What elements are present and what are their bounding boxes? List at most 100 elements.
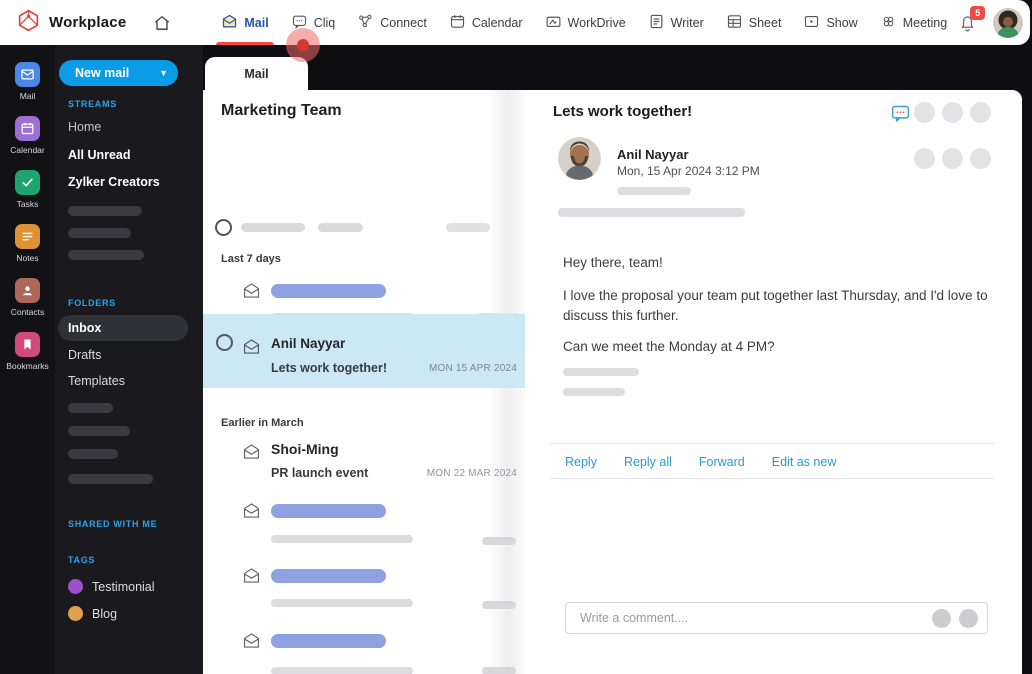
email-subject: Lets work together! (271, 361, 387, 375)
sidebar-item-tag-testimonial[interactable]: Testimonial (92, 580, 155, 594)
nav-meeting-label: Meeting (902, 15, 948, 30)
placeholder-bar (563, 368, 639, 376)
comment-attach-button[interactable] (959, 608, 978, 628)
nav-connect[interactable]: Connect (346, 0, 438, 45)
sender-avatar (558, 137, 601, 180)
nav-writer-label: Writer (670, 15, 704, 30)
placeholder-bar (558, 208, 745, 217)
header-action-button[interactable] (942, 102, 963, 123)
group-label-last-7-days: Last 7 days (221, 253, 281, 265)
row-checkbox[interactable] (216, 334, 233, 351)
nav-connect-label: Connect (380, 15, 427, 30)
nav-cliq[interactable]: Cliq (280, 0, 347, 45)
rail-calendar-icon (15, 116, 40, 141)
list-title: Marketing Team (221, 102, 342, 119)
new-mail-button[interactable]: New mail ▼ (59, 60, 178, 86)
placeholder-bar (68, 206, 142, 216)
message-list: Marketing Team Last 7 days Anil Nayyar L… (203, 90, 525, 674)
list-item-anil-nayyar-selected[interactable]: Anil Nayyar Lets work together! MON 15 A… (203, 314, 525, 388)
sidebar-item-inbox[interactable]: Inbox (58, 315, 188, 341)
notifications-button[interactable]: 5 (958, 6, 986, 32)
rail-item-mail[interactable]: Mail (0, 62, 55, 116)
sidebar-item-drafts[interactable]: Drafts (68, 348, 101, 362)
sidebar-item-tag-blog[interactable]: Blog (92, 607, 117, 621)
placeholder-bar (617, 187, 691, 195)
header-action-button[interactable] (970, 102, 991, 123)
brand-name: Workplace (49, 14, 127, 31)
network-icon (357, 13, 374, 33)
spreadsheet-icon (726, 13, 743, 33)
placeholder-bar (271, 599, 413, 607)
message-action-button[interactable] (914, 148, 935, 169)
header-action-button[interactable] (914, 102, 935, 123)
reply-link[interactable]: Reply (565, 455, 597, 469)
comment-icon[interactable] (890, 103, 911, 129)
rail-item-tasks[interactable]: Tasks (0, 170, 55, 224)
rail-bookmarks-label: Bookmarks (6, 361, 49, 371)
reply-all-link[interactable]: Reply all (624, 455, 672, 469)
nav-show[interactable]: Show (792, 0, 868, 45)
email-subject: PR launch event (271, 466, 369, 480)
new-mail-label: New mail (75, 66, 130, 80)
sidebar-item-home[interactable]: Home (68, 120, 101, 134)
placeholder-bar (271, 667, 413, 674)
sent-datetime: Mon, 15 Apr 2024 3:12 PM (617, 164, 760, 178)
notification-badge: 5 (970, 6, 986, 20)
comment-emoji-button[interactable] (932, 608, 951, 628)
placeholder-bar (271, 504, 386, 518)
placeholder-bar (482, 537, 516, 545)
envelope-icon (242, 502, 261, 524)
rail-contacts-label: Contacts (10, 307, 45, 317)
document-icon (648, 13, 665, 33)
rail-item-contacts[interactable]: Contacts (0, 278, 55, 332)
user-avatar[interactable] (993, 7, 1024, 38)
nav-sheet[interactable]: Sheet (715, 0, 793, 45)
nav-meeting[interactable]: Meeting (869, 0, 958, 45)
mail-icon (221, 13, 238, 33)
select-all-checkbox[interactable] (215, 219, 232, 236)
nav-writer[interactable]: Writer (637, 0, 715, 45)
placeholder-bar (68, 449, 118, 459)
envelope-icon (242, 282, 261, 304)
rail-notes-icon (15, 224, 40, 249)
list-item[interactable] (203, 630, 525, 674)
brand[interactable]: Workplace (0, 8, 126, 38)
nav-workdrive[interactable]: WorkDrive (534, 0, 637, 45)
tab-mail[interactable]: Mail (205, 57, 308, 90)
folders-section-label: FOLDERS (68, 298, 116, 308)
message-action-button[interactable] (942, 148, 963, 169)
envelope-icon (242, 338, 261, 360)
app-rail: Mail Calendar Tasks Notes Contacts Bookm… (0, 45, 55, 674)
sidebar-item-all-unread[interactable]: All Unread (68, 148, 131, 162)
chat-bubble-icon (291, 13, 308, 33)
envelope-icon (242, 443, 261, 465)
sidebar-item-zylker-creators[interactable]: Zylker Creators (68, 175, 160, 189)
comment-box (565, 602, 988, 634)
sidebar-item-templates[interactable]: Templates (68, 374, 125, 388)
reply-actions: Reply Reply all Forward Edit as new (565, 455, 836, 469)
rail-item-notes[interactable]: Notes (0, 224, 55, 278)
list-item-shoi-ming[interactable]: Shoi-Ming PR launch event MON 22 MAR 202… (203, 437, 525, 489)
placeholder-bar (271, 284, 386, 298)
message-action-button[interactable] (970, 148, 991, 169)
placeholder-bar (271, 535, 413, 543)
list-item[interactable] (203, 565, 525, 620)
list-item[interactable] (203, 500, 525, 555)
nav-calendar[interactable]: Calendar (438, 0, 534, 45)
rail-item-calendar[interactable]: Calendar (0, 116, 55, 170)
zoho-logo-icon (16, 8, 41, 38)
rail-calendar-label: Calendar (10, 145, 45, 155)
comment-input[interactable] (580, 611, 924, 625)
tags-section-label: TAGS (68, 555, 96, 565)
placeholder-bar (271, 634, 386, 648)
workdrive-icon (545, 13, 562, 33)
placeholder-bar (482, 667, 516, 674)
edit-as-new-link[interactable]: Edit as new (772, 455, 837, 469)
zoho-workplace-screen: Workplace Mail Cliq Connect Calendar Wor… (0, 0, 1032, 674)
nav-mail[interactable]: Mail (210, 0, 279, 45)
rail-item-bookmarks[interactable]: Bookmarks (0, 332, 55, 386)
forward-link[interactable]: Forward (699, 455, 745, 469)
home-icon[interactable] (152, 13, 172, 33)
placeholder-bar (68, 426, 130, 436)
streams-section-label: STREAMS (68, 99, 117, 109)
